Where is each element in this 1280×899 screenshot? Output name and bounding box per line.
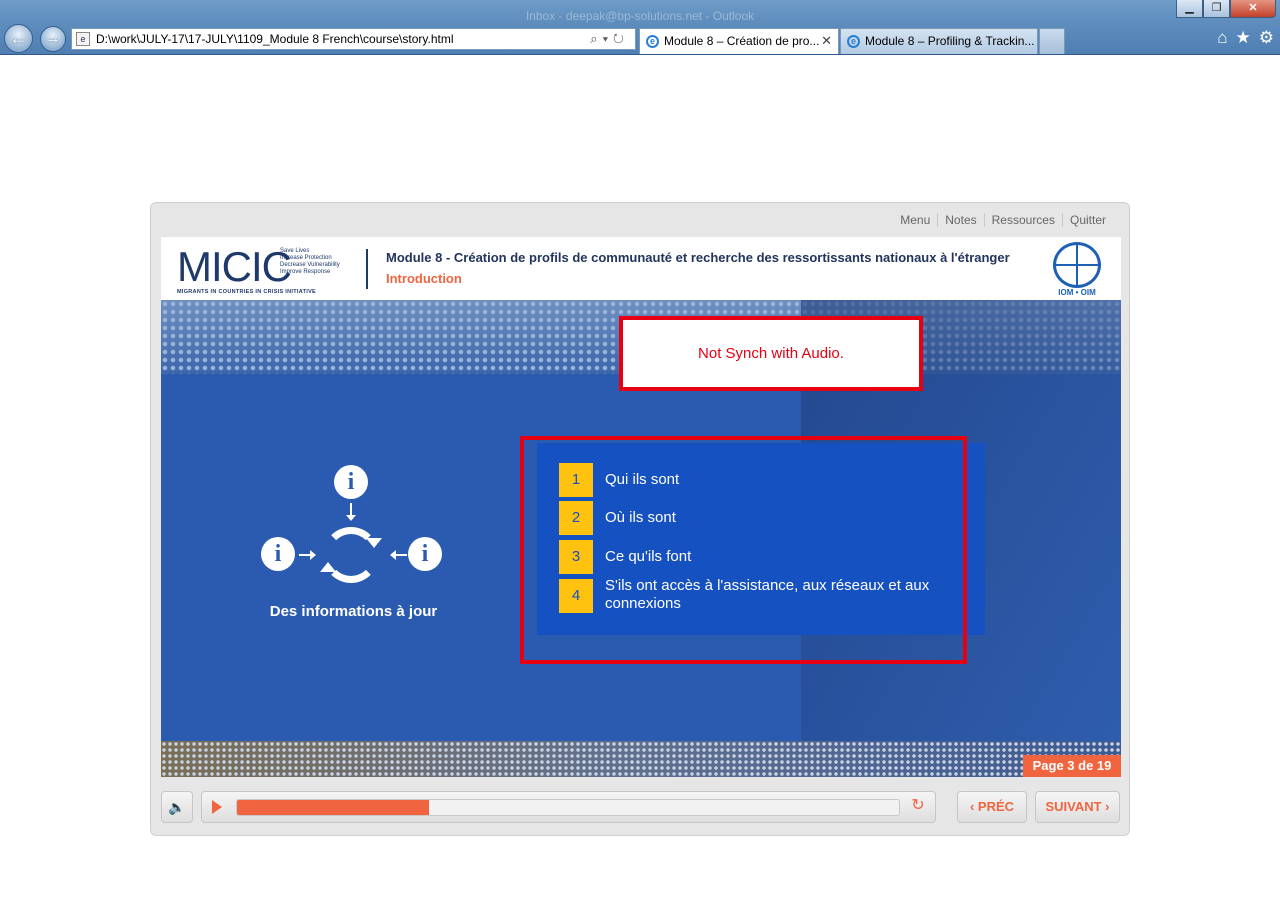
address-bar[interactable]: e D:\work\JULY-17\17-JULY\1109_Module 8 …: [71, 28, 636, 50]
annotation-note: Not Synch with Audio.: [619, 316, 923, 391]
prev-button[interactable]: ‹ PRÉC: [957, 791, 1027, 823]
info-cycle-graphic: i i i: [261, 465, 446, 585]
tab-module-8-fr[interactable]: e Module 8 – Création de pro... ✕: [639, 28, 839, 54]
volume-button[interactable]: 🔈: [161, 791, 193, 823]
page-indicator: Page 3 de 19: [1023, 755, 1121, 777]
restore-button[interactable]: ❐: [1203, 0, 1230, 18]
menu-link[interactable]: Menu: [893, 213, 937, 227]
slide-header: MICIC Save Lives Increase Protection Dec…: [161, 237, 1121, 300]
left-arrow-icon: [390, 550, 407, 560]
new-tab-button[interactable]: [1039, 28, 1065, 54]
window-controls: ▁ ❐ ✕: [1176, 0, 1276, 18]
logo-tagline: Save Lives Increase Protection Decrease …: [280, 248, 340, 275]
progress-fill: [237, 800, 429, 815]
next-button[interactable]: SUIVANT ›: [1035, 791, 1120, 823]
ie-icon: e: [847, 35, 860, 48]
settings-icon[interactable]: ⚙: [1259, 28, 1274, 48]
page-icon: e: [76, 32, 90, 46]
iom-globe-icon: [1053, 242, 1101, 288]
resources-link[interactable]: Ressources: [983, 213, 1062, 227]
logo-subtitle: MIGRANTS IN COUNTRIES IN CRISIS INITIATI…: [177, 289, 317, 295]
module-title: Module 8 - Création de profils de commun…: [386, 250, 1010, 265]
info-caption: Des informations à jour: [269, 603, 438, 620]
notes-link[interactable]: Notes: [937, 213, 983, 227]
header-divider: [366, 249, 368, 289]
close-tab-icon[interactable]: ✕: [821, 29, 832, 53]
ie-icon: e: [646, 35, 659, 48]
back-button[interactable]: ←: [4, 24, 33, 53]
iom-label: IOM • OIM: [1058, 288, 1096, 297]
back-arrow-icon: ←: [9, 28, 28, 48]
right-arrow-icon: [299, 550, 316, 560]
home-icon[interactable]: ⌂: [1217, 28, 1227, 48]
replay-icon[interactable]: ↻: [909, 797, 927, 815]
favorites-icon[interactable]: ★: [1236, 28, 1251, 48]
address-tools-icon[interactable]: ⌕▾↻: [590, 31, 629, 47]
logo-wordmark: MICIC: [177, 243, 292, 290]
tab-module-8-en[interactable]: e Module 8 – Profiling & Trackin...: [840, 28, 1038, 54]
annotation-highlight-box: [520, 436, 967, 664]
minimize-button[interactable]: ▁: [1176, 0, 1203, 18]
cycle-arrows-icon: [320, 527, 382, 583]
info-icon: i: [261, 537, 295, 571]
info-icon: i: [334, 465, 368, 499]
window-title: Inbox - deepak@bp-solutions.net - Outloo…: [525, 9, 755, 23]
browser-chrome: Inbox - deepak@bp-solutions.net - Outloo…: [0, 0, 1280, 55]
down-arrow-icon: [346, 503, 356, 521]
progress-track[interactable]: [236, 799, 900, 816]
speaker-icon: 🔈: [168, 799, 186, 815]
info-icon: i: [408, 537, 442, 571]
player-top-menu: Menu Notes Ressources Quitter: [893, 213, 1113, 227]
play-icon[interactable]: [212, 800, 222, 814]
seekbar: ↻: [201, 791, 936, 823]
close-window-button[interactable]: ✕: [1230, 0, 1276, 18]
forward-button[interactable]: →: [40, 26, 66, 52]
background-pattern-bottom: [161, 741, 1121, 777]
micic-logo: MICIC Save Lives Increase Protection Dec…: [177, 243, 347, 296]
quit-link[interactable]: Quitter: [1061, 213, 1113, 227]
slide-area: MICIC Save Lives Increase Protection Dec…: [161, 237, 1121, 777]
module-subtitle: Introduction: [386, 271, 462, 286]
tab-label: Module 8 – Création de pro...: [664, 34, 820, 48]
iom-logo: IOM • OIM: [1049, 242, 1105, 298]
forward-arrow-icon: →: [45, 30, 61, 47]
url-text[interactable]: D:\work\JULY-17\17-JULY\1109_Module 8 Fr…: [96, 32, 454, 46]
browser-toolbar-icons: ⌂ ★ ⚙: [1217, 28, 1274, 48]
tab-label: Module 8 – Profiling & Trackin...: [865, 34, 1035, 48]
course-player: Menu Notes Ressources Quitter MICIC Save…: [150, 202, 1130, 836]
